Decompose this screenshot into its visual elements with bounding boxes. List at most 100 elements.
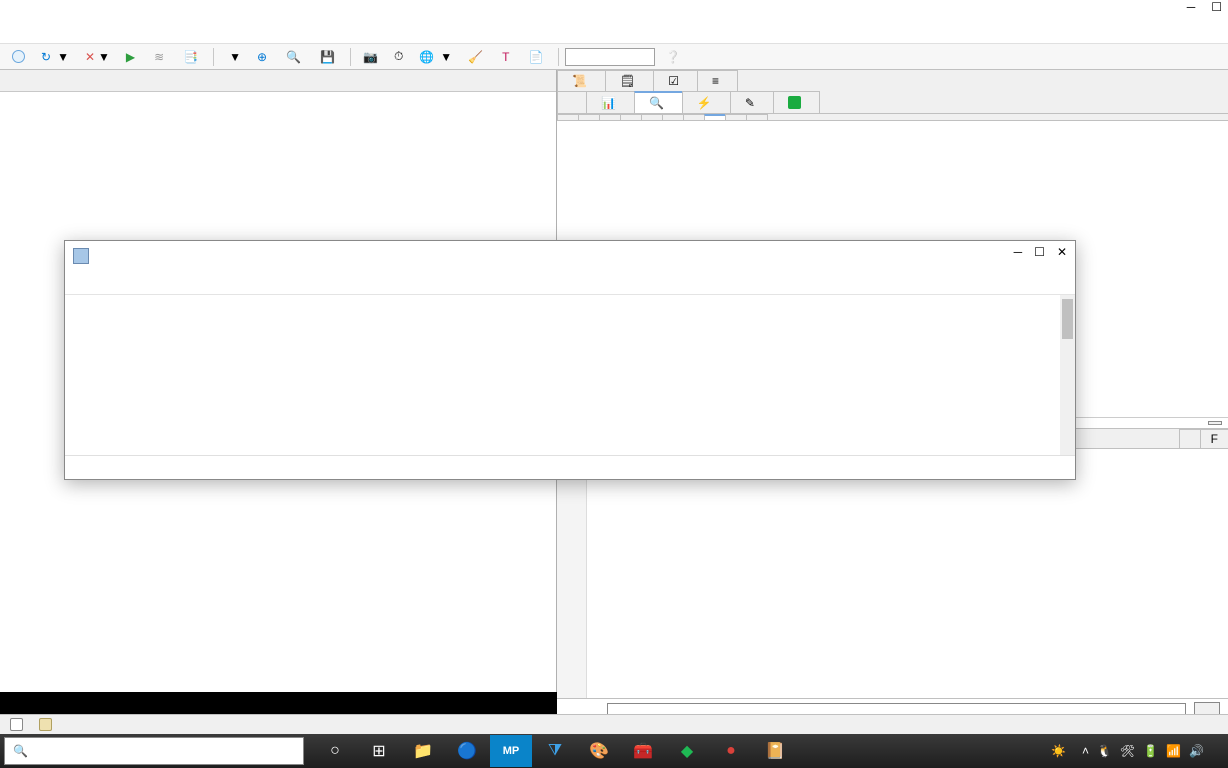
- search-icon: 🔍: [286, 50, 301, 64]
- remove-button[interactable]: ✕ ▼: [79, 47, 116, 67]
- view-button[interactable]: [1208, 421, 1222, 425]
- tool-icon[interactable]: 🛠: [1120, 744, 1135, 758]
- tab-fiddlerscript[interactable]: 📜: [557, 70, 606, 91]
- taskbar-search[interactable]: 🔍: [4, 737, 304, 765]
- filter-icon: ☑: [668, 74, 679, 88]
- notepad-titlebar[interactable]: [65, 241, 1075, 271]
- app-record[interactable]: ●: [710, 735, 752, 767]
- notepad-scrollbar[interactable]: [1060, 295, 1075, 455]
- tab-textview[interactable]: [578, 114, 600, 120]
- chevron-up-icon[interactable]: ˄: [1082, 744, 1089, 758]
- tab-get-started[interactable]: [557, 91, 587, 113]
- menu-tools[interactable]: [28, 31, 44, 35]
- np-menu-format[interactable]: [105, 281, 117, 285]
- replay-button[interactable]: ↻ ▼: [35, 47, 75, 67]
- np-close-icon[interactable]: ✕: [1057, 245, 1067, 259]
- app-mp[interactable]: MP: [490, 735, 532, 767]
- target-icon: ⊕: [257, 50, 267, 64]
- app-green[interactable]: ◆: [666, 735, 708, 767]
- menu-rules[interactable]: [8, 31, 24, 35]
- replay-icon: ↻: [41, 50, 51, 64]
- minimize-icon[interactable]: ─: [1187, 0, 1196, 14]
- msdn-search-input[interactable]: [565, 48, 655, 66]
- np-menu-help[interactable]: [137, 281, 149, 285]
- np-menu-edit[interactable]: [89, 281, 101, 285]
- app-edge[interactable]: 🔵: [446, 735, 488, 767]
- menu-help[interactable]: [68, 31, 84, 35]
- stream-button[interactable]: ≋: [148, 47, 173, 67]
- tab-log[interactable]: 🗒: [605, 70, 654, 91]
- tab-inspectors[interactable]: 🔍: [634, 91, 683, 113]
- tab-auth[interactable]: [662, 114, 684, 120]
- comment-button[interactable]: [6, 47, 31, 66]
- np-maximize-icon[interactable]: ☐: [1034, 245, 1045, 259]
- notepad-body[interactable]: [65, 295, 1075, 455]
- app-paint[interactable]: 🎨: [578, 735, 620, 767]
- tab-autoresponder[interactable]: ⚡: [682, 91, 731, 113]
- log-icon: 🗒: [620, 74, 635, 88]
- tab-orchestra[interactable]: [773, 91, 820, 113]
- help-icon-button[interactable]: ❔: [659, 47, 686, 67]
- tab-cookies[interactable]: [683, 114, 705, 120]
- tab-filters[interactable]: ☑: [653, 70, 698, 91]
- all-processes[interactable]: [39, 718, 56, 731]
- save-icon: 💾: [320, 50, 335, 64]
- toolbar: ↻ ▼ ✕ ▼ ▶ ≋ 📑 ▼ ⊕ 🔍 💾 📷 ⏱ 🌐 ▼ 🧹 T 📄 ❔: [0, 44, 1228, 70]
- find-button[interactable]: 🔍: [280, 47, 310, 67]
- save-button[interactable]: 💾: [314, 47, 344, 67]
- clear-cache-button[interactable]: 🧹: [462, 47, 492, 67]
- clear-icon: 🧹: [468, 50, 483, 64]
- taskbar-tray: ☀️ ˄ 🐧 🛠 🔋 📶 🔊: [1051, 744, 1228, 758]
- response-hex-view[interactable]: [557, 449, 1228, 698]
- qq-icon[interactable]: 🐧: [1097, 744, 1112, 758]
- notepad-window-controls: ─ ☐ ✕: [1014, 245, 1067, 259]
- stats-icon: 📊: [601, 96, 616, 110]
- volume-icon[interactable]: 🔊: [1189, 744, 1204, 758]
- status-bar: [0, 714, 1228, 734]
- tab-resp-more[interactable]: F: [1200, 429, 1228, 448]
- wifi-icon[interactable]: 📶: [1166, 744, 1181, 758]
- app-notepad[interactable]: 📔: [754, 735, 796, 767]
- app-vscode[interactable]: ⧩: [534, 735, 576, 767]
- notepad-window[interactable]: ─ ☐ ✕: [64, 240, 1076, 480]
- tab-resp-caching[interactable]: [1179, 429, 1201, 448]
- np-menu-file[interactable]: [73, 281, 85, 285]
- tab-syntaxview[interactable]: [599, 114, 621, 120]
- notepad-scroll-thumb[interactable]: [1062, 299, 1073, 339]
- windows-taskbar[interactable]: 🔍 ○ ⊞ 📁 🔵 MP ⧩ 🎨 🧰 ◆ ● 📔 ☀️ ˄ 🐧 🛠 🔋 📶 🔊: [0, 734, 1228, 768]
- tab-statistics[interactable]: 📊: [586, 91, 635, 113]
- tab-timeline[interactable]: ≡: [697, 70, 738, 91]
- tab-raw[interactable]: [704, 114, 726, 120]
- np-menu-view[interactable]: [121, 281, 133, 285]
- go-button[interactable]: ▶: [120, 47, 144, 67]
- tab-xml[interactable]: [746, 114, 768, 120]
- tab-hexview[interactable]: [641, 114, 663, 120]
- weather-icon[interactable]: ☀️: [1051, 744, 1066, 758]
- decode-button[interactable]: 📑: [177, 47, 207, 67]
- timer-button[interactable]: ⏱: [388, 46, 409, 67]
- battery-icon[interactable]: 🔋: [1143, 744, 1158, 758]
- app-cortana[interactable]: ○: [314, 735, 356, 767]
- app-explorer[interactable]: 📁: [402, 735, 444, 767]
- any-process-button[interactable]: ⊕: [251, 47, 276, 67]
- quickexec-bar[interactable]: [0, 692, 557, 714]
- app-taskview[interactable]: ⊞: [358, 735, 400, 767]
- globe-icon: 🌐: [419, 50, 434, 64]
- app-utility[interactable]: 🧰: [622, 735, 664, 767]
- tab-headers[interactable]: [557, 114, 579, 120]
- script-icon: 📜: [572, 74, 587, 88]
- browse-button[interactable]: 🌐 ▼: [413, 47, 458, 67]
- text-wizard-button[interactable]: T: [496, 47, 518, 67]
- wizard-icon: T: [502, 50, 509, 64]
- menu-bar: [0, 22, 1228, 44]
- bubble-icon: [12, 50, 25, 63]
- tab-json[interactable]: [725, 114, 747, 120]
- screenshot-button[interactable]: 📷: [357, 47, 384, 67]
- capture-indicator[interactable]: [10, 718, 23, 731]
- menu-view[interactable]: [48, 31, 64, 35]
- tearoff-button[interactable]: 📄: [522, 47, 552, 67]
- tab-webforms[interactable]: [620, 114, 642, 120]
- maximize-icon[interactable]: ☐: [1211, 0, 1222, 14]
- keep-sessions-dropdown[interactable]: ▼: [220, 47, 247, 67]
- np-minimize-icon[interactable]: ─: [1014, 245, 1023, 259]
